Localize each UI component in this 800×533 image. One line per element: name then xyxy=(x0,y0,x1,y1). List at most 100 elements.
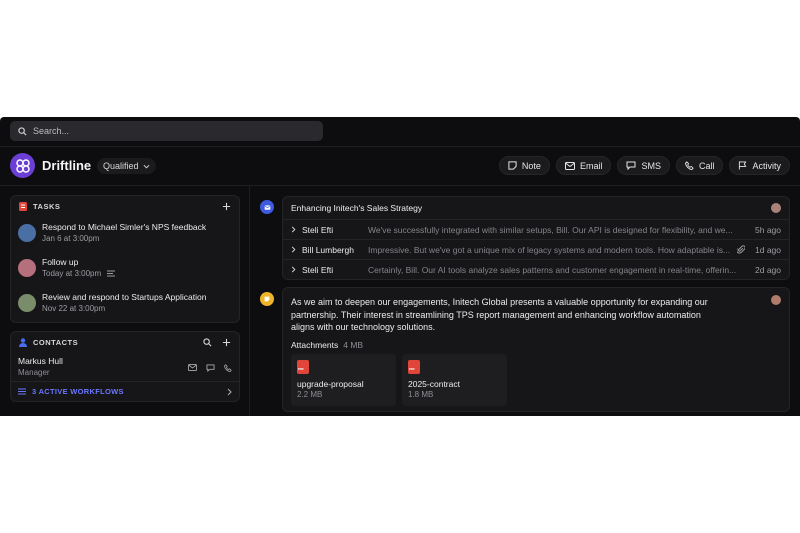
contacts-title: CONTACTS xyxy=(33,338,79,347)
attachment-file[interactable]: upgrade-proposal 2.2 MB xyxy=(291,353,396,406)
file-size: 2.2 MB xyxy=(297,389,323,399)
message-time: 1d ago xyxy=(755,244,781,255)
task-item[interactable]: Follow up Today at 3:00pm xyxy=(11,252,239,287)
add-task-icon[interactable] xyxy=(222,202,231,211)
task-icon xyxy=(19,202,27,211)
email-button[interactable]: Email xyxy=(555,156,612,175)
task-item[interactable]: Review and respond to Startups Applicati… xyxy=(11,287,239,322)
file-name: 2025-contract xyxy=(408,378,460,389)
file-name: upgrade-proposal xyxy=(297,378,364,389)
activity-button[interactable]: Activity xyxy=(729,156,790,175)
email-icon xyxy=(263,204,271,210)
task-title: Review and respond to Startups Applicati… xyxy=(42,292,207,302)
email-type-badge xyxy=(260,200,274,214)
task-title: Respond to Michael Simler's NPS feedback xyxy=(42,222,207,232)
thread-title: Enhancing Initech's Sales Strategy xyxy=(291,203,423,213)
chevron-right-icon xyxy=(291,266,296,273)
note-label: Note xyxy=(521,160,541,171)
status-dropdown[interactable]: Qualified xyxy=(97,158,156,174)
email-thread[interactable]: Enhancing Initech's Sales Strategy Steli… xyxy=(282,196,790,280)
task-due-text: Nov 22 at 3:00pm xyxy=(42,304,106,313)
workflows-link[interactable]: 3 ACTIVE WORKFLOWS xyxy=(11,381,239,401)
sms-icon xyxy=(626,161,636,170)
pdf-icon xyxy=(297,359,309,374)
note-type-badge xyxy=(260,292,274,306)
crm-window: Search... Driftline Qualified Note Email… xyxy=(0,117,800,416)
contacts-header: CONTACTS xyxy=(11,332,239,353)
thread-message[interactable]: Steli Efti Certainly, Bill. Our AI tools… xyxy=(283,259,789,279)
message-sender: Bill Lumbergh xyxy=(302,244,354,255)
sms-label: SMS xyxy=(641,160,661,171)
task-due-text: Today at 3:00pm xyxy=(42,269,102,278)
chevron-down-icon xyxy=(143,164,150,169)
search-icon xyxy=(18,126,27,136)
contact-item[interactable]: Markus Hull Manager xyxy=(11,353,239,381)
divider xyxy=(0,146,800,147)
note-author-avatar xyxy=(771,295,781,305)
search-input[interactable]: Search... xyxy=(10,121,323,141)
email-icon xyxy=(564,161,575,170)
record-header: Driftline Qualified Note Email SMS Call xyxy=(0,151,800,181)
logo-icon xyxy=(15,158,30,173)
add-contact-icon[interactable] xyxy=(222,338,231,347)
contacts-panel: CONTACTS Markus Hull Manager 3 ACTIVE WO… xyxy=(10,331,240,402)
chevron-right-icon xyxy=(291,246,296,253)
avatar xyxy=(18,224,36,242)
workflows-label: 3 ACTIVE WORKFLOWS xyxy=(32,387,124,396)
person-icon xyxy=(19,338,27,347)
phone-icon xyxy=(684,161,694,170)
call-button[interactable]: Call xyxy=(675,156,724,175)
workflow-icon xyxy=(18,388,26,395)
note-body: As we aim to deepen our engagements, Ini… xyxy=(291,297,708,332)
thread-message[interactable]: Steli Efti We've successfully integrated… xyxy=(283,219,789,239)
task-due: Today at 3:00pm xyxy=(42,268,116,279)
note-button[interactable]: Note xyxy=(498,156,550,175)
search-contacts-icon[interactable] xyxy=(203,338,212,347)
company-name: Driftline xyxy=(42,158,92,173)
thread-message[interactable]: Bill Lumbergh Impressive. But we've got … xyxy=(283,239,789,259)
avatar xyxy=(18,294,36,312)
status-label: Qualified xyxy=(103,161,139,171)
attachment-file[interactable]: 2025-contract 1.8 MB xyxy=(402,353,507,406)
message-preview: We've successfully integrated with simil… xyxy=(368,224,733,235)
tasks-panel: TASKS Respond to Michael Simler's NPS fe… xyxy=(10,195,240,323)
attachments-label: Attachments xyxy=(291,339,339,350)
message-sender: Steli Efti xyxy=(302,224,334,235)
note-card[interactable]: As we aim to deepen our engagements, Ini… xyxy=(282,287,790,412)
sms-icon[interactable] xyxy=(206,364,215,372)
message-time: 5h ago xyxy=(755,224,781,235)
activity-label: Activity xyxy=(752,160,781,171)
description-icon xyxy=(107,270,116,277)
task-due: Jan 6 at 3:00pm xyxy=(42,233,206,244)
thread-header: Enhancing Initech's Sales Strategy xyxy=(283,197,789,219)
search-placeholder: Search... xyxy=(33,126,70,136)
note-icon xyxy=(264,296,270,302)
message-sender: Steli Efti xyxy=(302,264,334,275)
sms-button[interactable]: SMS xyxy=(617,156,670,175)
phone-icon[interactable] xyxy=(224,364,232,372)
divider xyxy=(0,185,800,186)
flag-icon xyxy=(739,161,747,170)
task-item[interactable]: Respond to Michael Simler's NPS feedback… xyxy=(11,217,239,252)
attachments-size: 4 MB xyxy=(343,339,364,350)
chevron-right-icon xyxy=(227,388,232,395)
tasks-header: TASKS xyxy=(11,196,239,217)
message-preview: Certainly, Bill. Our AI tools analyze sa… xyxy=(368,264,737,275)
chevron-right-icon xyxy=(291,226,296,233)
task-due-text: Jan 6 at 3:00pm xyxy=(42,234,100,243)
left-sidebar: TASKS Respond to Michael Simler's NPS fe… xyxy=(10,195,240,402)
contact-name: Markus Hull xyxy=(18,356,63,366)
task-title: Follow up xyxy=(42,257,79,267)
divider xyxy=(249,186,250,416)
call-label: Call xyxy=(698,160,715,171)
message-preview: Impressive. But we've got a unique mix o… xyxy=(368,244,731,255)
paperclip-icon xyxy=(737,245,745,254)
attachments-header: Attachments 4 MB xyxy=(291,340,781,350)
avatar xyxy=(771,203,781,213)
task-due: Nov 22 at 3:00pm xyxy=(42,303,206,314)
email-icon[interactable] xyxy=(188,364,197,371)
tasks-title: TASKS xyxy=(33,202,61,211)
action-bar: Note Email SMS Call Activity xyxy=(498,156,790,175)
note-icon xyxy=(508,161,517,170)
email-label: Email xyxy=(579,160,603,171)
